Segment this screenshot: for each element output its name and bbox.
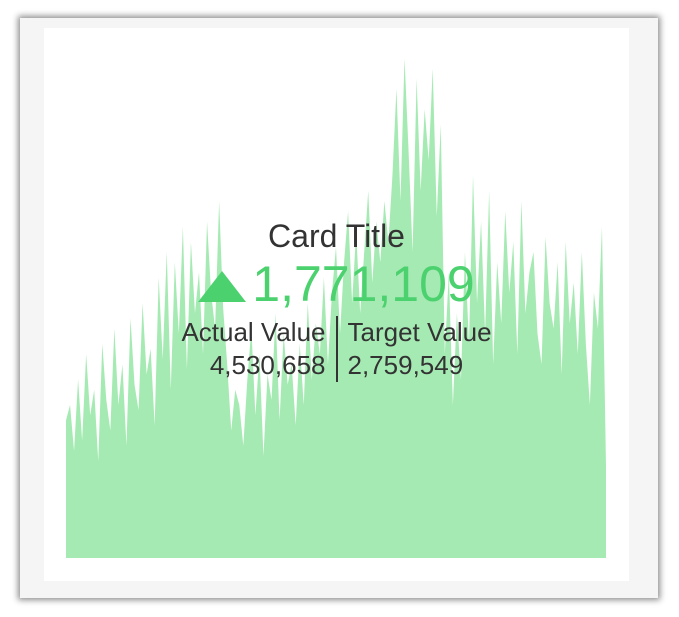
card-title: Card Title <box>268 218 405 254</box>
actual-value: 4,530,658 <box>209 350 326 380</box>
delta-row: 1,771,109 <box>44 256 629 312</box>
kpi-card[interactable]: Card Title 1,771,109 Actual Value 4,530,… <box>44 28 629 581</box>
triangle-up-icon <box>198 270 247 302</box>
kpi-summary: Card Title 1,771,109 Actual Value 4,530,… <box>44 216 629 382</box>
target-value-label: Target Value <box>347 317 492 347</box>
target-value: 2,759,549 <box>347 350 464 380</box>
actual-column: Actual Value 4,530,658 <box>181 316 335 382</box>
delta-value: 1,771,109 <box>252 256 475 312</box>
comparison-values: Actual Value 4,530,658 Target Value 2,75… <box>44 316 629 382</box>
actual-value-label: Actual Value <box>181 317 326 347</box>
target-column: Target Value 2,759,549 <box>338 316 492 382</box>
card-frame: Card Title 1,771,109 Actual Value 4,530,… <box>20 18 658 598</box>
